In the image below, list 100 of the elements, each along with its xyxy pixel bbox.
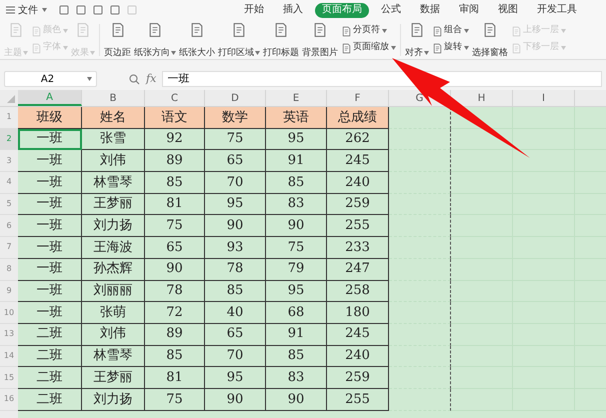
table-cell: 刘伟 [82,324,145,346]
table-cell: 刘力扬 [82,215,145,238]
table-cell: 259 [327,367,389,389]
ribbon-tab[interactable]: 开发工具 [530,2,584,18]
document-icon [432,42,443,54]
table-cell: 总成绩 [327,107,389,129]
table-cell: 83 [266,194,327,216]
table-cell: 79 [266,258,327,280]
document-icon [8,22,24,38]
ribbon-tab[interactable]: 公式 [374,2,408,18]
table-cell: 一班 [18,128,82,150]
ribbon-button[interactable]: 分页符 [340,22,397,40]
table-cell: 72 [145,302,205,324]
table-cell: 林雪琴 [82,346,145,368]
ribbon-button[interactable]: 背景图片 [301,22,339,58]
table-cell: 85 [145,346,205,368]
column-header[interactable]: C [145,90,205,106]
document-icon [432,26,443,36]
ribbon-button[interactable]: 旋转 [431,40,470,56]
ribbon-tab[interactable]: 开始 [237,2,271,18]
ribbon-button[interactable]: 打印标题 [262,22,300,58]
ribbon-tab[interactable]: 审阅 [452,2,486,18]
document-icon [31,42,42,54]
column-header[interactable]: F [327,90,389,106]
menu-icon [6,6,15,14]
ribbon-button[interactable]: 纸张方向 [133,22,177,58]
table-cell: 95 [266,280,327,302]
table-cell: 95 [266,128,327,150]
table-cell: 70 [205,172,266,194]
table-cell: 258 [327,280,389,302]
table-cell: 数学 [205,107,266,129]
table-cell: 262 [327,128,389,150]
table-cell: 245 [327,324,389,346]
table-cell: 81 [145,367,205,389]
table-cell: 一班 [18,280,82,302]
table-cell: 91 [266,150,327,172]
table-cell: 89 [145,324,205,346]
table-cell: 一班 [18,258,82,280]
table-cell: 90 [205,388,266,411]
table-cell: 90 [266,215,327,238]
table-cell: 一班 [18,237,82,259]
document-icon [189,22,205,38]
table-cell: 一班 [18,302,82,324]
table-cell: 刘力扬 [82,388,145,411]
table-cell: 一班 [18,172,82,194]
ribbon-button[interactable]: 页边距 [103,22,132,58]
table-cell: 75 [145,215,205,238]
table-cell: 95 [205,367,266,389]
table-cell: 240 [327,346,389,368]
document-icon [511,42,522,54]
name-box[interactable]: A2 [4,71,97,87]
table-cell: 英语 [266,107,327,129]
table-cell: 68 [266,302,327,324]
zoom-icon[interactable] [129,74,140,84]
ribbon-button[interactable]: 对齐 [404,22,430,58]
table-cell: 75 [205,128,266,150]
select-all-icon[interactable] [7,95,15,103]
table-cell: 245 [327,150,389,172]
ribbon-button[interactable]: 选择窗格 [471,22,509,58]
table-cell: 一班 [18,194,82,216]
ribbon-tab[interactable]: 页面布局 [315,2,369,18]
column-header[interactable]: D [205,90,266,106]
table-cell: 92 [145,128,205,150]
table-cell: 班级 [18,107,82,129]
column-header[interactable]: B [82,90,145,106]
table-cell: 65 [205,150,266,172]
formula-input[interactable]: 一班 [162,71,602,87]
ribbon-button[interactable]: 组合 [431,22,470,40]
ribbon-button[interactable]: 打印区域 [217,22,261,58]
ribbon-tab[interactable]: 视图 [491,2,525,18]
table-cell: 90 [205,215,266,238]
document-icon [273,22,289,38]
table-cell: 83 [266,367,327,389]
document-icon [482,22,498,38]
table-cell: 王梦丽 [82,367,145,389]
table-cell: 林雪琴 [82,172,145,194]
function-label[interactable]: fx [146,70,156,88]
table-cell: 93 [205,237,266,259]
table-cell: 二班 [18,367,82,389]
table-cell: 85 [266,172,327,194]
file-menu[interactable]: 文件 [4,2,49,18]
table-cell: 二班 [18,346,82,368]
table-cell: 75 [145,388,205,411]
table-cell: 255 [327,215,389,238]
caret-icon [42,8,47,12]
ribbon-tab[interactable]: 数据 [413,2,447,18]
ribbon-button[interactable]: 页面缩放 [340,40,397,56]
ribbon-tab[interactable]: 插入 [276,2,310,18]
table-cell: 二班 [18,388,82,411]
table-cell: 180 [327,302,389,324]
table-cell: 70 [205,346,266,368]
column-header[interactable]: E [266,90,327,106]
table-cell: 65 [205,324,266,346]
table-cell: 王梦丽 [82,194,145,216]
table-cell: 刘伟 [82,150,145,172]
table-cell: 90 [145,258,205,280]
table-cell: 78 [145,280,205,302]
caret-icon [87,77,92,81]
ribbon-button[interactable]: 纸张大小 [178,22,216,58]
document-icon [341,26,352,36]
